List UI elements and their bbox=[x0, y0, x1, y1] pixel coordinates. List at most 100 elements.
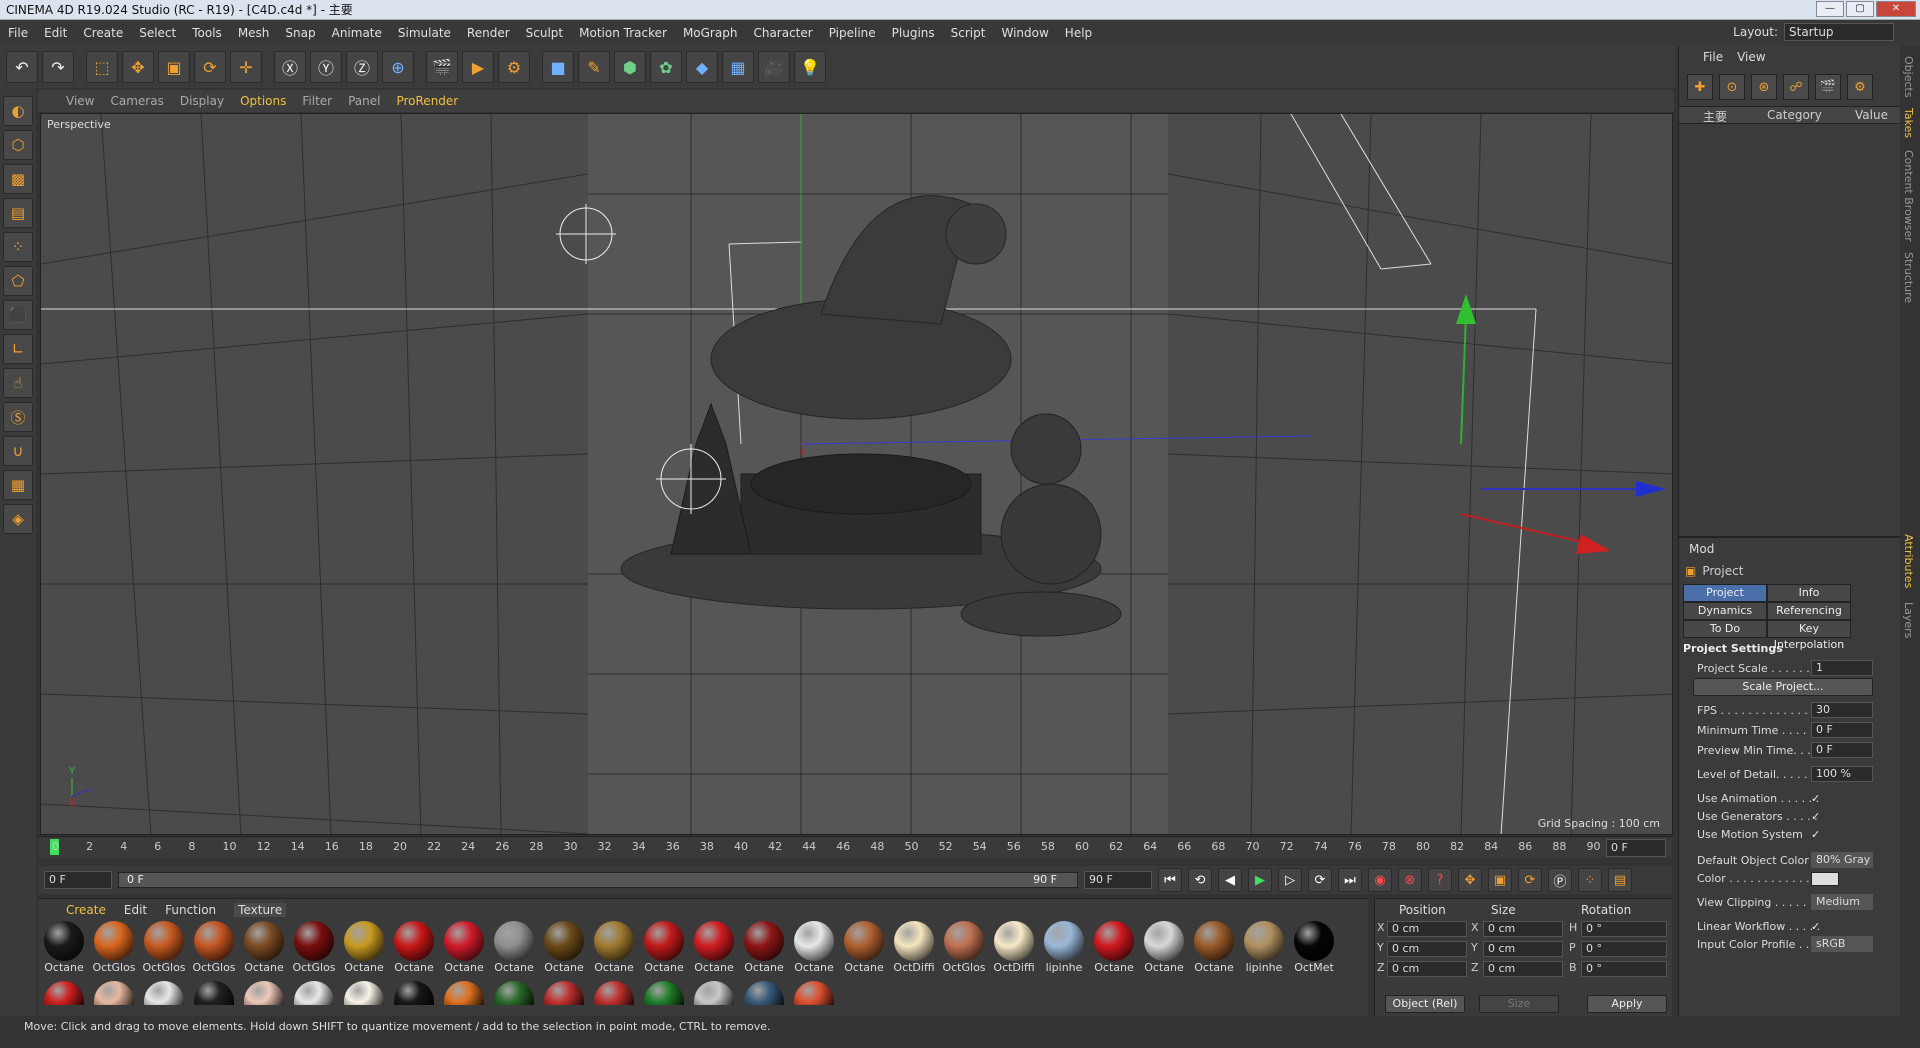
make-editable-icon[interactable]: ◐ bbox=[3, 96, 33, 126]
auto-take-icon[interactable]: ⊙ bbox=[1719, 74, 1745, 100]
attributes-mode-menu[interactable]: Mod bbox=[1689, 542, 1714, 556]
material-item[interactable]: OctGlos bbox=[92, 921, 136, 975]
menu-animate[interactable]: Animate bbox=[332, 26, 382, 40]
tweak-mode-icon[interactable]: ☝ bbox=[3, 368, 33, 398]
material-item[interactable]: Octane bbox=[692, 921, 736, 975]
maximize-button[interactable]: ▢ bbox=[1846, 1, 1874, 17]
main-take-label[interactable]: 主要 bbox=[1703, 108, 1727, 125]
use-motion-checkbox[interactable]: ✓ bbox=[1811, 828, 1820, 841]
light-icon[interactable]: 💡 bbox=[794, 51, 826, 83]
next-frame-icon[interactable]: ▷ bbox=[1278, 868, 1302, 892]
menu-edit[interactable]: Edit bbox=[44, 26, 67, 40]
side-tab-structure[interactable]: Structure bbox=[1902, 252, 1915, 303]
texture-mode-icon[interactable]: ▩ bbox=[3, 164, 33, 194]
menu-file[interactable]: File bbox=[8, 26, 28, 40]
menu-script[interactable]: Script bbox=[951, 26, 986, 40]
x-axis-icon[interactable]: Ⓧ bbox=[274, 51, 306, 83]
key-rotation-icon[interactable]: ⟳ bbox=[1518, 868, 1542, 892]
edges-mode-icon[interactable]: ⬠ bbox=[3, 266, 33, 296]
material-item[interactable]: Octane bbox=[1142, 921, 1186, 975]
subdivision-icon[interactable]: ⬢ bbox=[614, 51, 646, 83]
menu-pipeline[interactable]: Pipeline bbox=[829, 26, 876, 40]
rotation-field[interactable]: 0 ° bbox=[1581, 921, 1667, 937]
linear-workflow-checkbox[interactable]: ✓ bbox=[1811, 920, 1820, 933]
material-item[interactable]: OctGlos bbox=[192, 921, 236, 975]
workplane-lock-icon[interactable]: ▦ bbox=[3, 470, 33, 500]
side-tab-objects[interactable]: Objects bbox=[1902, 56, 1915, 98]
preview-min-field[interactable]: 0 F bbox=[1811, 742, 1873, 758]
size-field[interactable]: 0 cm bbox=[1483, 921, 1563, 937]
material-item[interactable]: lipinhe bbox=[1042, 921, 1086, 975]
end-frame-field[interactable]: 90 F bbox=[1084, 871, 1152, 889]
material-item[interactable] bbox=[342, 981, 386, 1005]
polygons-mode-icon[interactable]: ⬛ bbox=[3, 300, 33, 330]
material-item[interactable]: OctDiffi bbox=[892, 921, 936, 975]
viewport-menu-panel[interactable]: Panel bbox=[348, 94, 380, 108]
side-tab-attributes[interactable]: Attributes bbox=[1902, 534, 1915, 588]
viewport-menu-view[interactable]: View bbox=[66, 94, 94, 108]
material-item[interactable]: Octane bbox=[442, 921, 486, 975]
material-item[interactable]: Octane bbox=[842, 921, 886, 975]
autokey-icon[interactable]: ⊗ bbox=[1398, 868, 1422, 892]
undo-icon[interactable]: ↶ bbox=[6, 51, 38, 83]
snap-icon[interactable]: Ⓢ bbox=[3, 402, 33, 432]
live-selection-icon[interactable]: ⬚ bbox=[86, 51, 118, 83]
next-key-icon[interactable]: ⟳ bbox=[1308, 868, 1332, 892]
material-item[interactable]: Octane bbox=[542, 921, 586, 975]
previous-frame-icon[interactable]: ◀ bbox=[1218, 868, 1242, 892]
tab-info[interactable]: Info bbox=[1767, 584, 1851, 602]
default-color-dropdown[interactable]: 80% Gray bbox=[1811, 852, 1873, 868]
menu-character[interactable]: Character bbox=[753, 26, 812, 40]
input-profile-dropdown[interactable]: sRGB bbox=[1811, 936, 1873, 952]
keyframe-selection-icon[interactable]: ? bbox=[1428, 868, 1452, 892]
tab-referencing[interactable]: Referencing bbox=[1767, 602, 1851, 620]
material-item[interactable]: OctDiffi bbox=[992, 921, 1036, 975]
material-item[interactable]: Octane bbox=[342, 921, 386, 975]
tab-to-do[interactable]: To Do bbox=[1683, 620, 1767, 638]
layout-dropdown[interactable]: Startup bbox=[1784, 23, 1894, 41]
material-menu-create[interactable]: Create bbox=[66, 903, 106, 917]
magnet-icon[interactable]: ∪ bbox=[3, 436, 33, 466]
axis-mode-icon[interactable]: ∟ bbox=[3, 334, 33, 364]
menu-simulate[interactable]: Simulate bbox=[398, 26, 451, 40]
side-tab-layers[interactable]: Layers bbox=[1902, 602, 1915, 638]
apply-button[interactable]: Apply bbox=[1587, 995, 1667, 1013]
tab-key-interpolation[interactable]: Key Interpolation bbox=[1767, 620, 1851, 651]
material-item[interactable] bbox=[742, 981, 786, 1005]
size-mode-dropdown[interactable]: Size bbox=[1479, 995, 1559, 1013]
menu-render[interactable]: Render bbox=[467, 26, 510, 40]
material-menu-edit[interactable]: Edit bbox=[124, 903, 147, 917]
material-item[interactable] bbox=[292, 981, 336, 1005]
color-swatch[interactable] bbox=[1811, 872, 1839, 886]
z-axis-icon[interactable]: Ⓩ bbox=[346, 51, 378, 83]
menu-snap[interactable]: Snap bbox=[285, 26, 315, 40]
floor-icon[interactable]: ▦ bbox=[722, 51, 754, 83]
menu-window[interactable]: Window bbox=[1001, 26, 1048, 40]
points-mode-icon[interactable]: ⁘ bbox=[3, 232, 33, 262]
size-field[interactable]: 0 cm bbox=[1483, 941, 1563, 957]
cube-icon[interactable]: ■ bbox=[542, 51, 574, 83]
material-item[interactable] bbox=[592, 981, 636, 1005]
material-item[interactable]: OctGlos bbox=[292, 921, 336, 975]
material-item[interactable]: Octane bbox=[1092, 921, 1136, 975]
material-item[interactable]: lipinhe bbox=[1242, 921, 1286, 975]
menu-plugins[interactable]: Plugins bbox=[892, 26, 935, 40]
fps-field[interactable]: 30 bbox=[1811, 702, 1873, 718]
viewport-menu-cameras[interactable]: Cameras bbox=[110, 94, 163, 108]
coordinate-system-icon[interactable]: ⊕ bbox=[382, 51, 414, 83]
material-item[interactable] bbox=[392, 981, 436, 1005]
key-scale-icon[interactable]: ▣ bbox=[1488, 868, 1512, 892]
lod-field[interactable]: 100 % bbox=[1811, 766, 1873, 782]
material-menu-texture[interactable]: Texture bbox=[234, 903, 287, 917]
material-item[interactable]: Octane bbox=[492, 921, 536, 975]
y-axis-icon[interactable]: Ⓨ bbox=[310, 51, 342, 83]
key-position-icon[interactable]: ✥ bbox=[1458, 868, 1482, 892]
minimize-button[interactable]: — bbox=[1816, 1, 1844, 17]
time-range-slider[interactable]: 0 F 90 F bbox=[118, 872, 1078, 888]
material-item[interactable]: Octane bbox=[392, 921, 436, 975]
material-menu-function[interactable]: Function bbox=[165, 903, 216, 917]
side-tab-content-browser[interactable]: Content Browser bbox=[1902, 150, 1915, 242]
viewport-menu-options[interactable]: Options bbox=[240, 94, 286, 108]
om-menu-file[interactable]: File bbox=[1703, 50, 1723, 64]
menu-create[interactable]: Create bbox=[83, 26, 123, 40]
